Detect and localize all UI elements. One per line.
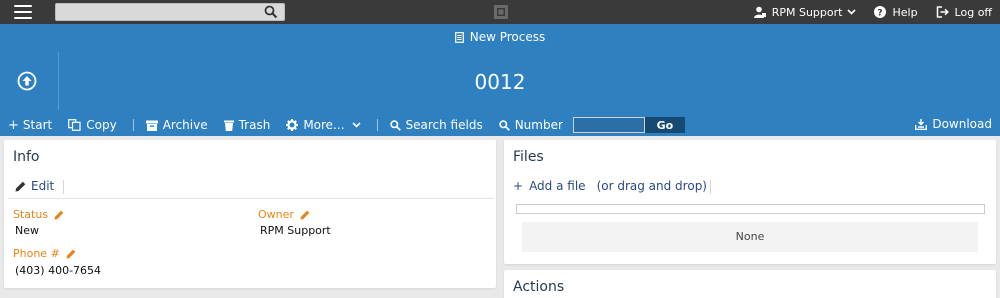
copy-icon xyxy=(68,119,81,131)
actions-panel: Actions xyxy=(504,270,996,298)
toolbar-divider xyxy=(376,119,378,131)
svg-text:?: ? xyxy=(878,8,883,18)
form-title-label: New Process xyxy=(469,30,546,44)
owner-field-label: Owner xyxy=(258,208,310,221)
gear-icon xyxy=(286,119,299,131)
logoff-icon xyxy=(936,6,949,18)
files-empty-state: None xyxy=(522,222,978,252)
search-icon xyxy=(499,119,510,131)
info-panel: Info Edit Status New Owner RPM Support P… xyxy=(4,140,496,288)
archive-button[interactable]: Archive xyxy=(145,118,208,132)
trash-icon xyxy=(223,120,234,131)
phone-field-label: Phone # xyxy=(13,247,76,260)
hamburger-menu-icon[interactable] xyxy=(14,5,32,19)
help-icon: ? xyxy=(874,6,887,18)
upload-progress-bar xyxy=(516,204,985,214)
search-fields-button[interactable]: Search fields xyxy=(389,118,483,132)
archive-icon xyxy=(145,120,158,131)
more-label: More... xyxy=(303,118,345,132)
status-value: New xyxy=(15,224,39,237)
more-menu-button[interactable]: More... xyxy=(286,118,361,132)
search-fields-label: Search fields xyxy=(405,118,483,132)
plus-icon: + xyxy=(513,179,524,193)
chevron-down-icon xyxy=(847,9,857,15)
chevron-down-icon xyxy=(351,122,361,128)
pencil-icon[interactable] xyxy=(54,210,64,220)
archive-label: Archive xyxy=(162,118,208,132)
global-search xyxy=(55,3,285,24)
number-label: Number xyxy=(514,118,563,132)
copy-label: Copy xyxy=(86,118,117,132)
status-field-label: Status xyxy=(13,208,64,221)
user-menu-label: RPM Support xyxy=(771,5,843,19)
record-number: 0012 xyxy=(474,70,526,94)
form-title: New Process xyxy=(0,30,1000,44)
copy-button[interactable]: Copy xyxy=(68,118,117,132)
user-menu[interactable]: RPM Support xyxy=(753,5,857,19)
pencil-icon xyxy=(15,181,26,191)
start-button[interactable]: + Start xyxy=(8,118,52,133)
trash-label: Trash xyxy=(238,118,271,132)
trash-button[interactable]: Trash xyxy=(223,118,271,132)
owner-value: RPM Support xyxy=(260,224,331,237)
edit-label: Edit xyxy=(31,179,55,193)
add-file-label: Add a file xyxy=(529,179,586,193)
owner-label: Owner xyxy=(258,208,294,221)
record-toolbar: + Start Copy Archive Trash More... Searc… xyxy=(0,114,1000,136)
files-divider xyxy=(710,180,711,194)
pencil-icon[interactable] xyxy=(66,249,76,259)
document-icon xyxy=(454,31,464,43)
help-link[interactable]: ? Help xyxy=(874,5,918,19)
number-search-label: Number xyxy=(499,118,563,132)
phone-label: Phone # xyxy=(13,247,60,260)
info-title: Info xyxy=(13,149,40,165)
top-bar: RPM Support ? Help Log off xyxy=(0,0,1000,24)
logoff-label: Log off xyxy=(954,5,992,19)
start-label: Start xyxy=(22,118,53,132)
help-label: Help xyxy=(892,5,918,19)
search-icon xyxy=(389,119,401,131)
toolbar-divider xyxy=(132,119,134,131)
user-icon xyxy=(753,6,766,18)
download-icon xyxy=(915,118,928,130)
drag-drop-hint: (or drag and drop) xyxy=(596,179,707,193)
files-panel: Files + Add a file (or drag and drop) No… xyxy=(504,140,996,264)
pencil-icon[interactable] xyxy=(300,210,310,220)
download-label: Download xyxy=(932,117,992,131)
add-file-button[interactable]: + Add a file (or drag and drop) xyxy=(513,179,707,193)
download-button[interactable]: Download xyxy=(915,117,992,131)
record-header: New Process 0012 + Start Copy Archive Tr… xyxy=(0,24,1000,136)
files-title: Files xyxy=(513,149,544,165)
info-divider xyxy=(8,198,494,199)
logoff-link[interactable]: Log off xyxy=(936,6,992,19)
go-button[interactable]: Go xyxy=(644,117,685,133)
edit-button[interactable]: Edit xyxy=(15,179,54,193)
number-input[interactable] xyxy=(572,117,645,133)
plus-icon: + xyxy=(8,117,19,133)
phone-value: (403) 400-7654 xyxy=(15,264,102,277)
status-label: Status xyxy=(13,208,49,221)
search-input[interactable] xyxy=(56,7,256,24)
actions-title: Actions xyxy=(513,279,565,295)
edit-divider xyxy=(63,180,64,194)
search-icon[interactable] xyxy=(264,5,278,19)
logo-icon xyxy=(494,5,508,19)
